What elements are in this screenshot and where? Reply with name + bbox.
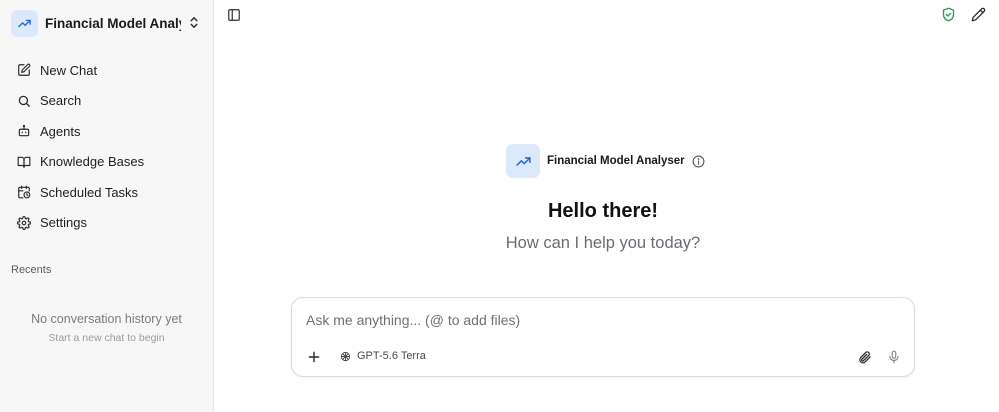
plus-icon bbox=[308, 351, 320, 363]
edit-icon bbox=[17, 63, 31, 77]
paperclip-icon bbox=[858, 350, 871, 363]
chat-composer: GPT-5.6 Terra bbox=[291, 297, 915, 377]
gear-icon bbox=[17, 215, 31, 230]
sidebar-item-scheduled-tasks[interactable]: Scheduled Tasks bbox=[8, 177, 206, 208]
agent-switcher[interactable]: Financial Model Analy... bbox=[8, 6, 206, 40]
sidebar-item-label: Search bbox=[40, 93, 82, 109]
hero-agent: Financial Model Analyser bbox=[506, 144, 706, 178]
privacy-shield-button[interactable] bbox=[939, 5, 957, 23]
sidebar-item-label: Agents bbox=[40, 123, 81, 139]
recents-heading: Recents bbox=[11, 264, 52, 276]
sidebar-nav: New Chat Search Agents Knowledge Bases S… bbox=[8, 55, 206, 238]
attach-file-button[interactable] bbox=[856, 349, 872, 365]
sidebar-item-settings[interactable]: Settings bbox=[8, 208, 206, 239]
empty-history-subtitle: Start a new chat to begin bbox=[48, 332, 165, 344]
book-icon bbox=[17, 155, 31, 169]
model-name: GPT-5.6 Terra bbox=[357, 350, 426, 362]
edit-button[interactable] bbox=[969, 5, 987, 23]
pencil-icon bbox=[971, 7, 985, 21]
sidebar-item-knowledge-bases[interactable]: Knowledge Bases bbox=[8, 147, 206, 178]
sidebar-item-search[interactable]: Search bbox=[8, 86, 206, 117]
microphone-icon bbox=[889, 350, 899, 364]
sidebar-item-new-chat[interactable]: New Chat bbox=[8, 55, 206, 86]
model-logo-icon bbox=[340, 351, 351, 361]
sidebar: Financial Model Analy... New Chat Search… bbox=[0, 0, 214, 412]
agent-name: Financial Model Analy... bbox=[45, 15, 181, 31]
greeting-heading: Hello there! bbox=[547, 200, 659, 222]
sidebar-panel-icon bbox=[228, 9, 240, 21]
trend-up-icon bbox=[506, 144, 540, 178]
sidebar-item-label: Settings bbox=[40, 215, 87, 231]
sidebar-item-label: Knowledge Bases bbox=[40, 154, 145, 170]
search-icon bbox=[17, 94, 31, 108]
sidebar-item-label: New Chat bbox=[40, 62, 98, 78]
chevron-up-down-icon bbox=[188, 15, 200, 35]
sidebar-item-agents[interactable]: Agents bbox=[8, 116, 206, 147]
voice-input-button[interactable] bbox=[886, 349, 902, 365]
hero-agent-name: Financial Model Analyser bbox=[547, 155, 685, 167]
empty-history-title: No conversation history yet bbox=[31, 312, 182, 326]
sidebar-item-label: Scheduled Tasks bbox=[40, 184, 139, 200]
trend-up-icon bbox=[11, 9, 38, 37]
shield-check-icon bbox=[942, 7, 954, 21]
greeting-subtitle: How can I help you today? bbox=[505, 234, 701, 252]
calendar-clock-icon bbox=[17, 185, 31, 199]
info-icon[interactable] bbox=[692, 154, 706, 168]
sidebar-toggle-button[interactable] bbox=[225, 6, 243, 24]
chat-input[interactable] bbox=[306, 310, 896, 330]
add-button[interactable] bbox=[306, 349, 322, 365]
model-selector[interactable]: GPT-5.6 Terra bbox=[340, 350, 426, 362]
robot-icon bbox=[17, 124, 31, 138]
